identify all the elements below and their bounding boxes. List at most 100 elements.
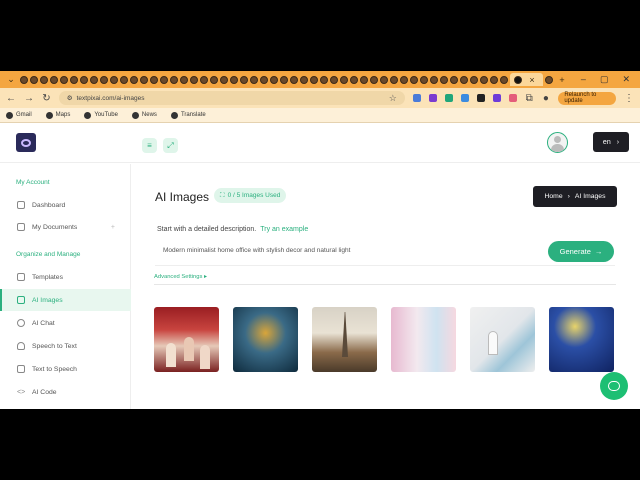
translate-icon[interactable] [412, 94, 421, 102]
tab[interactable] [200, 75, 208, 84]
tab[interactable] [20, 75, 28, 84]
forward-icon[interactable]: → [24, 93, 34, 104]
app-logo[interactable] [16, 133, 36, 152]
tab[interactable] [320, 75, 328, 84]
tab[interactable] [40, 75, 48, 84]
new-tab-icon[interactable]: + [555, 75, 569, 85]
tab[interactable] [420, 75, 428, 84]
site-info-icon[interactable]: ⚙ [67, 94, 73, 102]
relaunch-button[interactable]: Relaunch to update [558, 91, 617, 105]
tab[interactable] [340, 75, 348, 84]
close-tab-icon[interactable]: × [525, 75, 539, 85]
bookmark-news[interactable]: News [131, 111, 157, 119]
advanced-settings-link[interactable]: Advanced Settings ▸ [154, 274, 207, 280]
tab[interactable] [100, 75, 108, 84]
tab[interactable] [350, 75, 358, 84]
tab[interactable] [430, 75, 438, 84]
tab[interactable] [400, 75, 408, 84]
sidebar-item-ai-code[interactable]: <> AI Code [0, 381, 131, 403]
sidebar-item-ai-chat[interactable]: AI Chat [0, 312, 131, 334]
tab[interactable] [280, 75, 288, 84]
tab[interactable] [30, 75, 38, 84]
tab[interactable] [110, 75, 118, 84]
example-image-fantasy[interactable] [233, 307, 298, 372]
tab[interactable] [240, 75, 248, 84]
tab[interactable] [545, 75, 553, 84]
example-image-paris[interactable] [312, 307, 377, 372]
maximize-icon[interactable]: ▢ [600, 74, 609, 85]
tab[interactable] [150, 75, 158, 84]
example-image-craft-room[interactable] [391, 307, 456, 372]
tab[interactable] [140, 75, 148, 84]
url-field[interactable]: ⚙ textpixai.com/ai-images ☆ [58, 91, 405, 105]
tab[interactable] [160, 75, 168, 84]
generate-button[interactable]: Generate → [548, 241, 614, 262]
menu-toggle-icon[interactable]: ≡ [142, 138, 157, 153]
expand-icon[interactable]: + [111, 224, 115, 231]
tab[interactable] [370, 75, 378, 84]
tab[interactable] [440, 75, 448, 84]
sidebar-item-dashboard[interactable]: Dashboard [0, 194, 131, 216]
reload-icon[interactable]: ↻ [42, 93, 51, 104]
tab[interactable] [450, 75, 458, 84]
back-icon[interactable]: ← [6, 93, 16, 104]
sidebar-item-text-to-speech[interactable]: Text to Speech [0, 358, 131, 380]
chat-widget-button[interactable] [600, 372, 628, 400]
try-example-link[interactable]: Try an example [260, 226, 308, 233]
tab[interactable] [170, 75, 178, 84]
bookmark-star-icon[interactable]: ☆ [389, 93, 397, 104]
example-image-crowd[interactable] [154, 307, 219, 372]
tab[interactable] [70, 75, 78, 84]
tab[interactable] [220, 75, 228, 84]
bookmark-maps[interactable]: Maps [45, 111, 70, 119]
tab-search-icon[interactable]: ⌄ [4, 74, 18, 85]
sidebar-item-templates[interactable]: Templates [0, 266, 131, 288]
tab[interactable] [250, 75, 258, 84]
tab[interactable] [480, 75, 488, 84]
tab[interactable] [230, 75, 238, 84]
breadcrumb-home[interactable]: Home [544, 193, 562, 200]
extension-icon[interactable] [460, 94, 469, 102]
tab[interactable] [130, 75, 138, 84]
tab[interactable] [500, 75, 508, 84]
bookmark-translate[interactable]: Translate [170, 111, 206, 119]
tab[interactable] [270, 75, 278, 84]
tab[interactable] [60, 75, 68, 84]
tab[interactable] [360, 75, 368, 84]
extension-icon[interactable] [444, 94, 453, 102]
tab-active[interactable]: × [510, 73, 543, 86]
tab[interactable] [90, 75, 98, 84]
sidebar-item-speech-to-text[interactable]: Speech to Text [0, 335, 131, 357]
profile-icon[interactable]: ● [542, 93, 551, 104]
tab[interactable] [310, 75, 318, 84]
extension-icon[interactable] [508, 94, 517, 102]
tab[interactable] [470, 75, 478, 84]
tab[interactable] [180, 75, 188, 84]
tab[interactable] [210, 75, 218, 84]
example-image-office[interactable] [470, 307, 535, 372]
language-selector[interactable]: en › [593, 132, 629, 152]
minimize-icon[interactable]: – [581, 74, 586, 85]
close-window-icon[interactable]: ✕ [622, 74, 630, 85]
sidebar-item-my-documents[interactable]: My Documents + [0, 216, 131, 238]
fullscreen-icon[interactable]: ⤢ [163, 138, 178, 153]
tab[interactable] [490, 75, 498, 84]
tab[interactable] [290, 75, 298, 84]
tab[interactable] [300, 75, 308, 84]
tab[interactable] [80, 75, 88, 84]
sidebar-item-ai-images[interactable]: AI Images [0, 289, 131, 311]
prompt-input[interactable] [163, 247, 543, 254]
bookmark-youtube[interactable]: YouTube [84, 111, 118, 119]
menu-dots-icon[interactable]: ⋮ [624, 93, 634, 104]
extension-icon[interactable] [476, 94, 485, 102]
tab[interactable] [330, 75, 338, 84]
example-image-starry-night[interactable] [549, 307, 614, 372]
tab[interactable] [390, 75, 398, 84]
tab[interactable] [120, 75, 128, 84]
bookmark-gmail[interactable]: Gmail [6, 111, 32, 119]
tab[interactable] [50, 75, 58, 84]
extension-icon[interactable] [428, 94, 437, 102]
tab[interactable] [410, 75, 418, 84]
tab[interactable] [260, 75, 268, 84]
extensions-puzzle-icon[interactable]: ⧉ [525, 93, 534, 104]
